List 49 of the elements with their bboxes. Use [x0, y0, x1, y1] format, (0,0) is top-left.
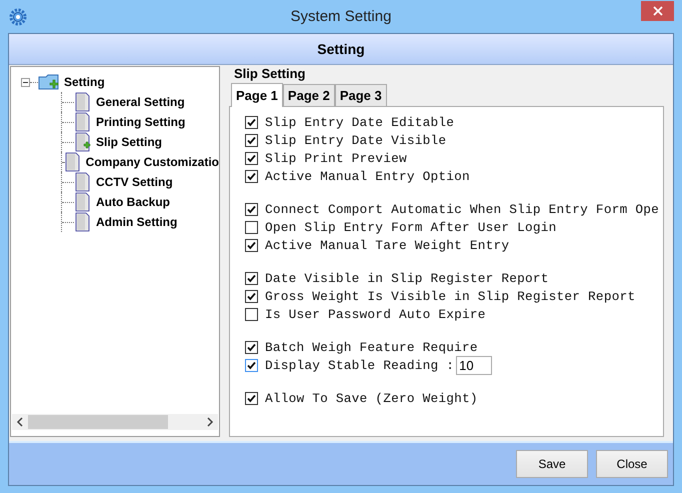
tab[interactable]: Page 2 — [282, 84, 335, 106]
checkbox[interactable] — [245, 308, 258, 320]
checkbox[interactable] — [245, 272, 258, 284]
checkbox-label: Open Slip Entry Form After User Login — [265, 220, 557, 234]
checkbox-label: Batch Weigh Feature Require — [265, 340, 478, 354]
checkbox-label: Connect Comport Automatic When Slip Entry Form Ope — [265, 202, 659, 216]
checkbox[interactable] — [245, 392, 258, 404]
close-button[interactable] — [641, 0, 674, 20]
close-icon — [652, 6, 662, 16]
folder-icon — [38, 73, 60, 91]
gear-icon — [9, 8, 27, 26]
checkbox-label: Is User Password Auto Expire — [265, 306, 486, 322]
tree-item[interactable]: Slip Setting — [96, 135, 162, 149]
checkbox-label: Gross Weight Is Visible in Slip Register Report — [265, 288, 636, 304]
checkbox[interactable] — [245, 134, 258, 146]
checkbox[interactable] — [245, 238, 258, 252]
checkbox[interactable] — [245, 290, 258, 302]
header-bar: Setting — [9, 34, 673, 65]
tree-item[interactable]: Auto Backup — [96, 195, 170, 209]
window-title: System Setting — [290, 8, 392, 25]
tree-item[interactable]: Company Customizatio — [86, 155, 219, 169]
checkbox-label: Slip Entry Date Editable — [265, 114, 454, 130]
tree-item[interactable]: General Setting — [96, 95, 185, 109]
tree-item[interactable]: Admin Setting — [96, 215, 178, 229]
input-field[interactable]: 10 — [456, 356, 492, 374]
tab[interactable]: Page 3 — [334, 84, 387, 106]
checkbox[interactable] — [245, 358, 258, 372]
tree-item[interactable]: Setting — [64, 75, 105, 89]
tree-item[interactable]: CCTV Setting — [96, 175, 173, 189]
checkbox[interactable] — [245, 202, 258, 216]
save-button[interactable]: Save — [516, 450, 588, 478]
checkbox[interactable] — [245, 340, 258, 354]
checkbox-label: Active Manual Tare Weight Entry — [265, 238, 510, 252]
checkbox[interactable] — [245, 170, 258, 182]
checkbox-label: Slip Entry Date Visible — [265, 132, 446, 148]
checkbox[interactable] — [245, 220, 258, 234]
checkbox-label: Active Manual Entry Option — [265, 168, 470, 184]
horizontal-scrollbar[interactable] — [12, 414, 218, 430]
checkbox-label: Slip Print Preview — [265, 150, 407, 166]
checkbox-label: Display Stable Reading : — [265, 358, 454, 372]
group-title: Slip Setting — [234, 66, 306, 81]
collapse-icon[interactable] — [21, 78, 30, 86]
tree-item[interactable]: Printing Setting — [96, 115, 186, 129]
checkbox[interactable] — [245, 152, 258, 164]
checkbox[interactable] — [245, 116, 258, 128]
checkbox-label: Date Visible in Slip Register Report — [265, 270, 549, 286]
checkbox-label: Allow To Save (Zero Weight) — [265, 390, 478, 406]
tab[interactable]: Page 1 — [231, 83, 283, 107]
close-button[interactable]: Close — [596, 450, 668, 478]
